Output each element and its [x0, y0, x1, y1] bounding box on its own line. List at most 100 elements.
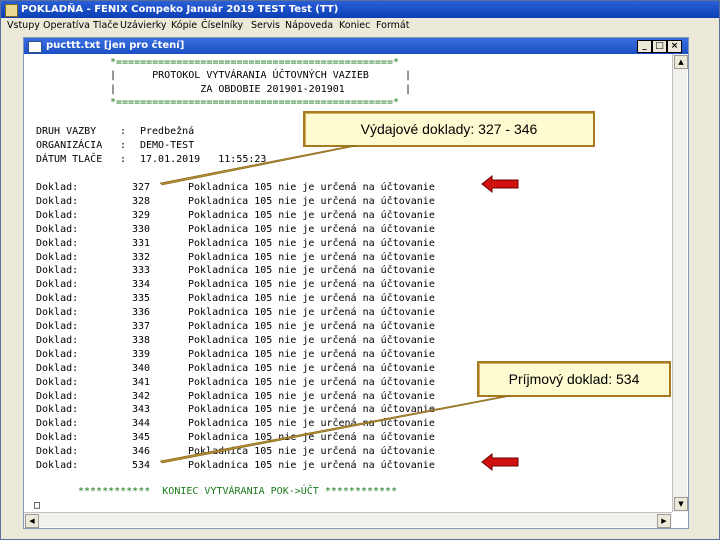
row-number: 339	[132, 348, 151, 360]
menu-item-ciselniky[interactable]: Číselníky	[201, 18, 243, 34]
meta-label: ORGANIZÁCIA	[36, 140, 103, 151]
row-text: Pokladnica 105 nie je určená na účtovani…	[188, 251, 435, 263]
notepad-icon	[28, 41, 42, 53]
meta-label: DÁTUM TLAČE	[36, 154, 103, 165]
row-label: Doklad:	[36, 182, 79, 193]
row-label: Doklad:	[36, 432, 79, 444]
app-logo-icon	[5, 4, 18, 17]
row-text: Pokladnica 105 nie je určená na účtovani…	[188, 321, 435, 332]
row-text: Pokladnica 105 nie je určená na účtovani…	[188, 279, 435, 291]
row-number: 328	[132, 195, 151, 207]
header-title-line: | PROTOKOL VYTVÁRANIA ÚČTOVNÝCH VAZIEB |	[110, 70, 412, 81]
report-footer: ************ KONIEC VYTVÁRANIA POK->ÚČT …	[78, 486, 398, 497]
row-label: Doklad:	[36, 446, 79, 458]
meta-value: Predbežná	[140, 126, 195, 137]
row-text: Pokladnica 105 nie je určená na účtovani…	[188, 432, 435, 444]
row-text: Pokladnica 105 nie je určená na účtovani…	[188, 195, 435, 207]
row-label: Doklad:	[36, 321, 79, 332]
menu-bar: Vstupy Operatíva Tlače Uzávierky Kópie Č…	[1, 18, 719, 34]
document-title: pucttt.txt [jen pro čtení]	[46, 40, 185, 51]
scroll-up-icon[interactable]: ▲	[674, 55, 688, 69]
row-number: 342	[132, 390, 151, 402]
header-border-top: *=======================================…	[110, 57, 399, 68]
row-number: 335	[132, 293, 151, 305]
menu-item-napoveda[interactable]: Nápoveda	[285, 18, 333, 34]
row-label: Doklad:	[36, 251, 79, 263]
row-label: Doklad:	[36, 404, 79, 416]
text-cursor: □	[34, 500, 41, 511]
row-number: 332	[132, 251, 151, 263]
callout-prijmovy: Príjmový doklad: 534	[477, 361, 671, 397]
row-text: Pokladnica 105 nie je určená na účtovani…	[188, 182, 435, 193]
document-titlebar[interactable]: pucttt.txt [jen pro čtení] _ □ ×	[24, 38, 688, 54]
callout-vydajove: Výdajové doklady: 327 - 346	[303, 111, 595, 147]
row-text: Pokladnica 105 nie je určená na účtovani…	[188, 348, 435, 360]
row-label: Doklad:	[36, 390, 79, 402]
row-text: Pokladnica 105 nie je určená na účtovani…	[188, 209, 435, 221]
row-number: 343	[132, 404, 151, 416]
maximize-icon[interactable]: □	[652, 40, 667, 53]
row-number: 333	[132, 265, 151, 277]
row-number: 329	[132, 209, 151, 221]
row-number: 344	[132, 418, 151, 430]
row-number: 340	[132, 362, 151, 374]
menu-item-format[interactable]: Formát	[376, 18, 409, 34]
row-label: Doklad:	[36, 307, 79, 319]
row-text: Pokladnica 105 nie je určená na účtovani…	[188, 404, 435, 416]
row-number: 341	[132, 376, 151, 388]
row-text: Pokladnica 105 nie je určená na účtovani…	[188, 460, 435, 471]
app-window: POKLADŇA - FENIX Compeko Január 2019 TES…	[0, 0, 720, 540]
close-icon[interactable]: ×	[667, 40, 682, 53]
menu-item-servis[interactable]: Servis	[251, 18, 280, 34]
vertical-scrollbar[interactable]: ▲ ▼	[672, 54, 688, 512]
row-number: 534	[132, 460, 151, 471]
row-label: Doklad:	[36, 223, 79, 235]
row-number: 331	[132, 237, 151, 249]
meta-label: DRUH VAZBY	[36, 126, 97, 137]
menu-item-uzavierky[interactable]: Uzávierky	[120, 18, 167, 34]
row-text: Pokladnica 105 nie je určená na účtovani…	[188, 446, 435, 458]
menu-item-vstupy[interactable]: Vstupy	[7, 18, 40, 34]
row-text: Pokladnica 105 nie je určená na účtovani…	[188, 265, 435, 277]
row-number: 337	[132, 321, 151, 332]
menu-item-kopie[interactable]: Kópie	[171, 18, 197, 34]
row-label: Doklad:	[36, 362, 79, 374]
row-label: Doklad:	[36, 348, 79, 360]
minimize-icon[interactable]: _	[637, 40, 652, 53]
row-number: 338	[132, 334, 151, 346]
row-label: Doklad:	[36, 279, 79, 291]
row-number: 334	[132, 279, 151, 291]
meta-colon: :	[120, 140, 127, 151]
scroll-left-icon[interactable]: ◀	[25, 514, 39, 528]
row-number: 336	[132, 307, 151, 319]
meta-value: DEMO-TEST	[140, 140, 195, 151]
app-titlebar[interactable]: POKLADŇA - FENIX Compeko Január 2019 TES…	[1, 1, 719, 18]
meta-value: 17.01.2019 11:55:23	[140, 154, 267, 165]
row-text: Pokladnica 105 nie je určená na účtovani…	[188, 293, 435, 305]
menu-item-operativa[interactable]: Operatíva	[43, 18, 90, 34]
scroll-down-icon[interactable]: ▼	[674, 497, 688, 511]
row-label: Doklad:	[36, 265, 79, 277]
row-number: 330	[132, 223, 151, 235]
row-label: Doklad:	[36, 195, 79, 207]
row-text: Pokladnica 105 nie je určená na účtovani…	[188, 223, 435, 235]
horizontal-scrollbar[interactable]: ◀ ▶	[24, 512, 672, 528]
row-text: Pokladnica 105 nie je určená na účtovani…	[188, 334, 435, 346]
row-number: 345	[132, 432, 151, 444]
row-text: Pokladnica 105 nie je určená na účtovani…	[188, 307, 435, 319]
meta-colon: :	[120, 154, 127, 165]
row-text: Pokladnica 105 nie je určená na účtovani…	[188, 390, 435, 402]
row-text: Pokladnica 105 nie je určená na účtovani…	[188, 362, 435, 374]
row-label: Doklad:	[36, 460, 79, 471]
app-title: POKLADŇA - FENIX Compeko Január 2019 TES…	[21, 4, 339, 15]
meta-colon: :	[120, 126, 127, 137]
header-border-bottom: *=======================================…	[110, 97, 399, 108]
row-label: Doklad:	[36, 334, 79, 346]
menu-item-koniec[interactable]: Koniec	[339, 18, 370, 34]
row-label: Doklad:	[36, 418, 79, 430]
header-period-line: | ZA OBDOBIE 201901-201901 |	[110, 84, 412, 95]
row-label: Doklad:	[36, 209, 79, 221]
scroll-right-icon[interactable]: ▶	[657, 514, 671, 528]
row-label: Doklad:	[36, 237, 79, 249]
menu-item-tlace[interactable]: Tlače	[93, 18, 118, 34]
